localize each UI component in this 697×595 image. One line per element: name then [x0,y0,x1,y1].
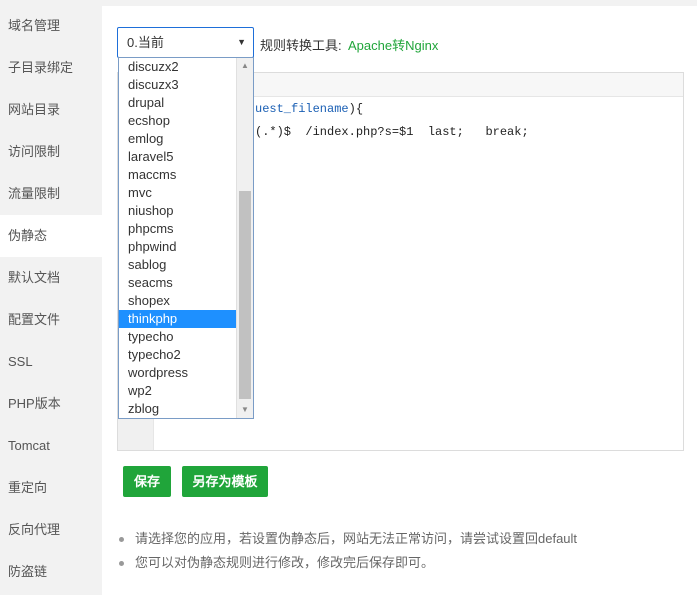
option-shopex[interactable]: shopex [119,292,237,310]
save-as-template-button[interactable]: 另存为模板 [182,466,268,497]
save-button[interactable]: 保存 [123,466,171,497]
option-discuzx3[interactable]: discuzx3 [119,76,237,94]
scroll-down-icon[interactable]: ▼ [237,402,253,418]
rewrite-template-select[interactable]: 0.当前 ▼ [117,27,254,58]
option-phpcms[interactable]: phpcms [119,220,237,238]
scroll-up-icon[interactable]: ▲ [237,58,253,74]
option-maccms[interactable]: maccms [119,166,237,184]
rewrite-template-dropdown[interactable]: discuzx2 discuzx3 drupal ecshop emlog la… [118,57,254,419]
bullet-icon [119,537,124,543]
select-value: 0.当前 [127,35,164,50]
chevron-down-icon: ▼ [237,37,246,47]
option-mvc[interactable]: mvc [119,184,237,202]
sidebar-item-domain[interactable]: 域名管理 [0,5,102,47]
sidebar-item-redirect[interactable]: 重定向 [0,467,102,509]
code-line-1: uest_filename){ [255,102,363,116]
option-laravel5[interactable]: laravel5 [119,148,237,166]
apache-to-nginx-link[interactable]: Apache转Nginx [348,35,438,54]
option-wp2[interactable]: wp2 [119,382,237,400]
sidebar-item-rewrite[interactable]: 伪静态 [0,215,102,257]
code-brace: ){ [348,102,364,116]
sidebar-item-ssl[interactable]: SSL [0,341,102,383]
option-ecshop[interactable]: ecshop [119,112,237,130]
option-emlog[interactable]: emlog [119,130,237,148]
help-note-1: 请选择您的应用，若设置伪静态后，网站无法正常访问，请尝试设置回default [119,528,577,547]
sidebar-item-default-doc[interactable]: 默认文档 [0,257,102,299]
option-drupal[interactable]: drupal [119,94,237,112]
code-line-2: (.*)$ /index.php?s=$1 last; break; [255,125,529,139]
help-note-1-text: 请选择您的应用，若设置伪静态后，网站无法正常访问，请尝试设置回default [135,531,578,546]
option-thinkphp[interactable]: thinkphp [119,310,237,328]
tool-label: 规则转换工具: [260,38,342,53]
option-seacms[interactable]: seacms [119,274,237,292]
sidebar-item-hotlink[interactable]: 防盗链 [0,551,102,593]
sidebar-item-traffic-limit[interactable]: 流量限制 [0,173,102,215]
dropdown-scrollbar[interactable]: ▲ ▼ [236,58,253,418]
sidebar-item-site-dir[interactable]: 网站目录 [0,89,102,131]
sidebar-item-reverse-proxy[interactable]: 反向代理 [0,509,102,551]
sidebar-item-subdir[interactable]: 子目录绑定 [0,47,102,89]
help-note-2: 您可以对伪静态规则进行修改，修改完后保存即可。 [119,552,434,571]
help-note-2-text: 您可以对伪静态规则进行修改，修改完后保存即可。 [135,555,435,570]
bullet-icon [119,561,124,567]
option-sablog[interactable]: sablog [119,256,237,274]
option-phpwind[interactable]: phpwind [119,238,237,256]
sidebar-item-tomcat[interactable]: Tomcat [0,425,102,467]
code-variable: uest_filename [255,102,349,116]
top-divider [102,0,697,6]
sidebar: 域名管理 子目录绑定 网站目录 访问限制 流量限制 伪静态 默认文档 配置文件 … [0,0,102,595]
sidebar-item-php-version[interactable]: PHP版本 [0,383,102,425]
option-zblog[interactable]: zblog [119,400,237,418]
sidebar-item-access-limit[interactable]: 访问限制 [0,131,102,173]
option-typecho2[interactable]: typecho2 [119,346,237,364]
sidebar-item-config-file[interactable]: 配置文件 [0,299,102,341]
option-discuzx2[interactable]: discuzx2 [119,58,237,76]
scrollbar-thumb[interactable] [239,191,251,399]
option-typecho[interactable]: typecho [119,328,237,346]
option-wordpress[interactable]: wordpress [119,364,237,382]
option-niushop[interactable]: niushop [119,202,237,220]
